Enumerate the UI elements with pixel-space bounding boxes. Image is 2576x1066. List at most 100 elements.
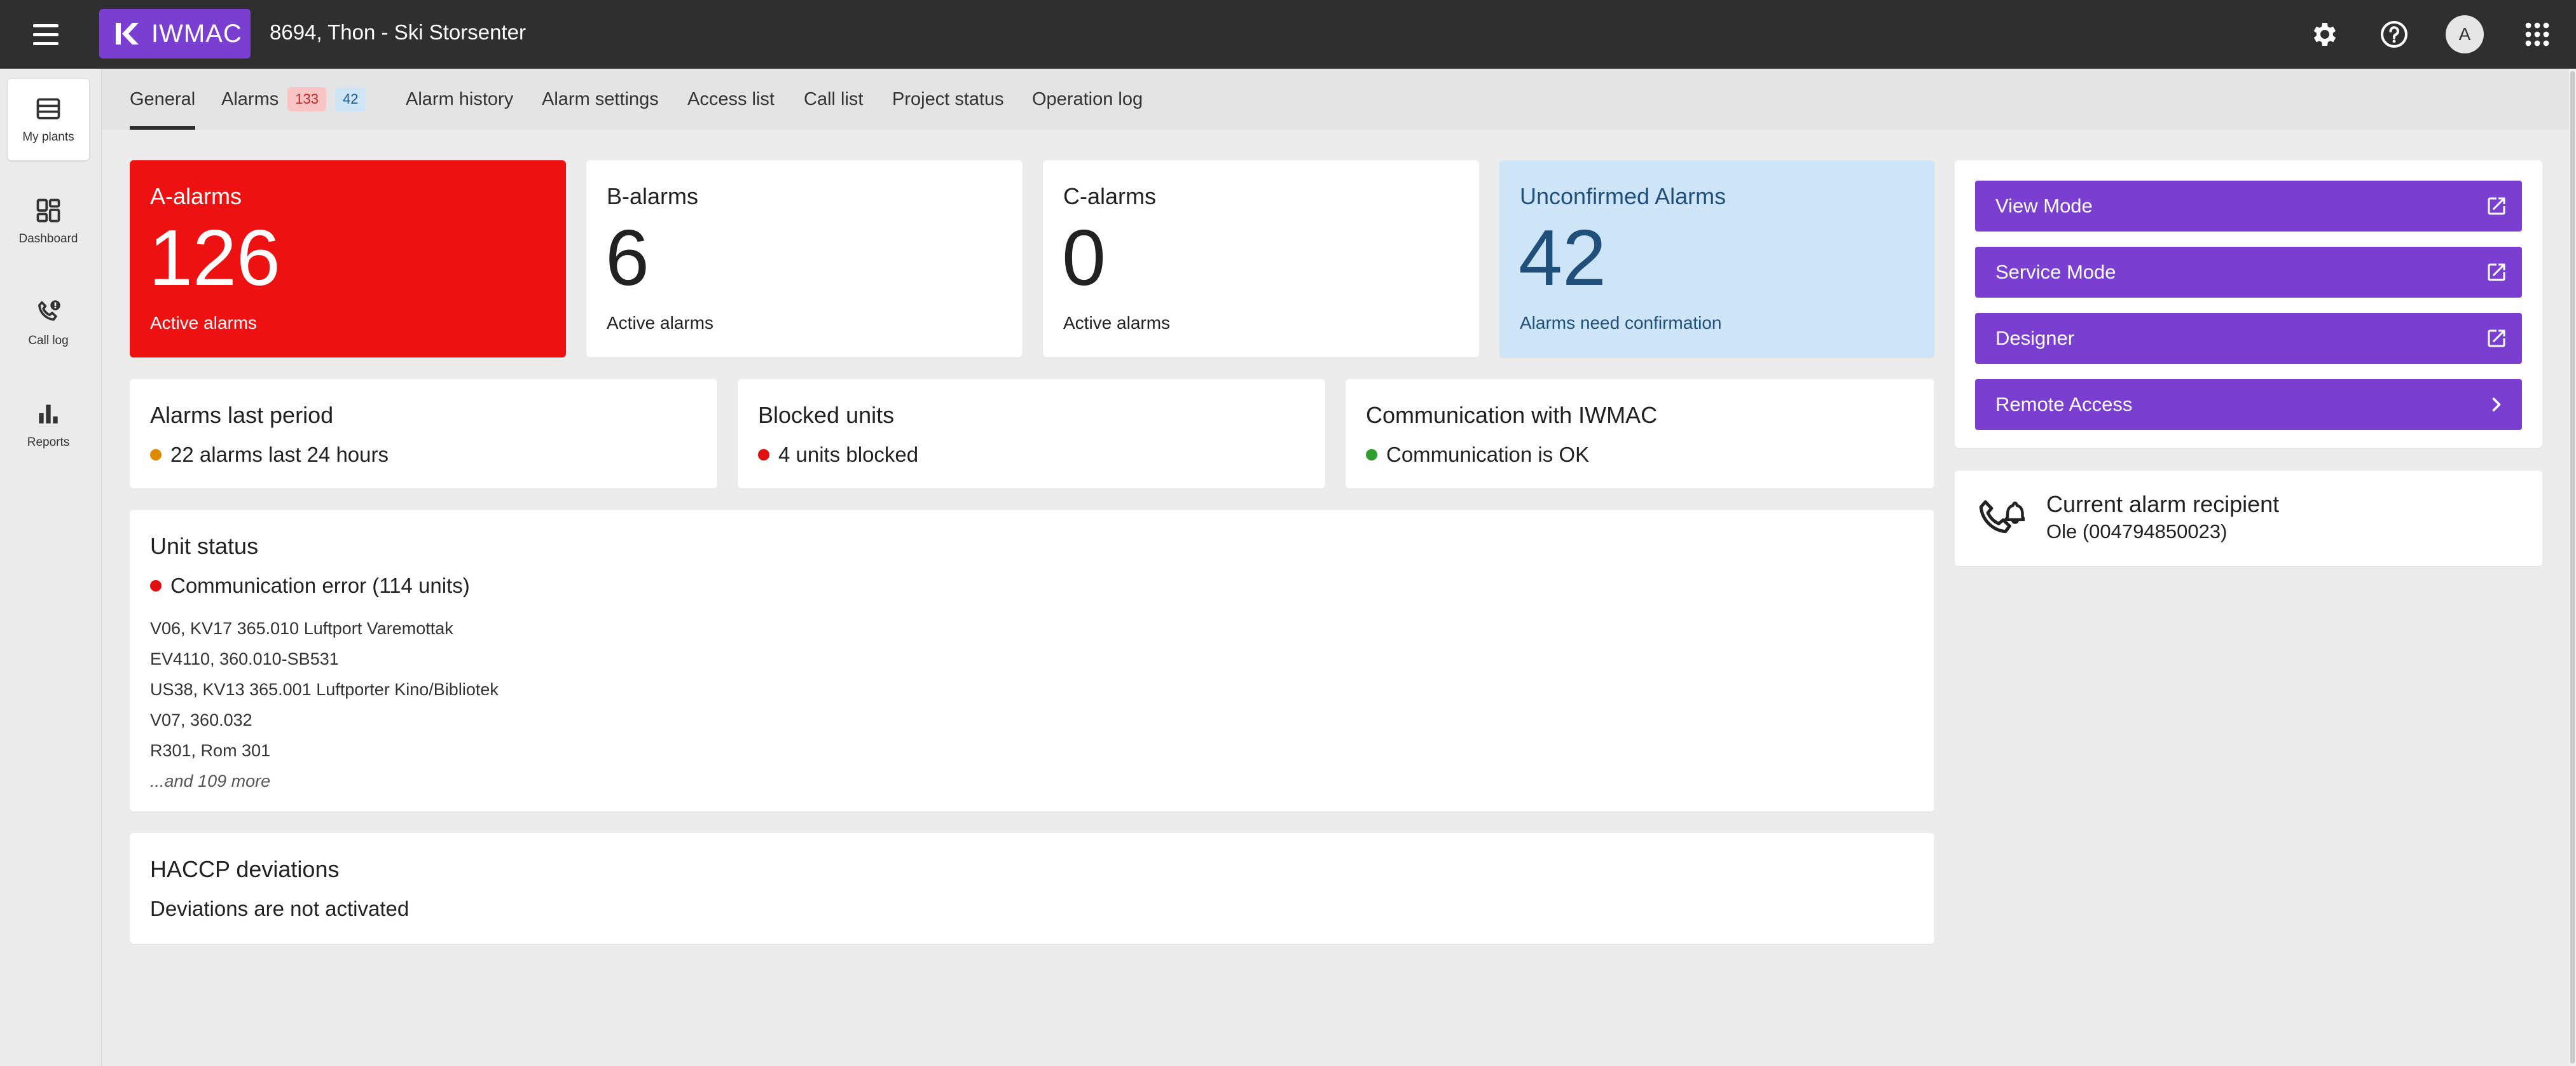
unit-status-summary: Communication error (114 units) bbox=[150, 574, 470, 598]
status-text: Communication error (114 units) bbox=[170, 574, 470, 597]
tab-label: Project status bbox=[892, 88, 1004, 109]
iwmac-k-logo-icon bbox=[116, 23, 139, 45]
tab-alarm-settings[interactable]: Alarm settings bbox=[542, 69, 659, 130]
tab-label: Alarm history bbox=[406, 88, 514, 109]
nav-label: Dashboard bbox=[18, 232, 78, 246]
tab-label: Alarms bbox=[221, 88, 279, 109]
tab-label: Alarm settings bbox=[542, 88, 659, 109]
unit-list-item[interactable]: V06, KV17 365.010 Luftport Varemottak bbox=[150, 613, 499, 644]
nav-item-call-log[interactable]: Call log bbox=[8, 282, 89, 364]
top-bar: IWMAC 8694, Thon - Ski Storsenter A bbox=[0, 0, 2576, 69]
status-text: Communication is OK bbox=[1386, 443, 1590, 466]
view-mode-button[interactable]: View Mode bbox=[1975, 181, 2522, 232]
button-label: Remote Access bbox=[1995, 393, 2133, 415]
nav-item-my-plants[interactable]: My plants bbox=[8, 79, 89, 160]
alarms-count-badge-red: 133 bbox=[287, 87, 326, 111]
unit-list-item[interactable]: R301, Rom 301 bbox=[150, 735, 499, 766]
nav-label: Call log bbox=[28, 334, 69, 347]
unit-list-item[interactable]: EV4110, 360.010-SB531 bbox=[150, 644, 499, 674]
communication-card[interactable]: Communication with IWMAC Communication i… bbox=[1346, 379, 1934, 488]
kpi-title: C-alarms bbox=[1063, 183, 1157, 209]
kpi-value: 6 bbox=[605, 214, 649, 302]
kpi-subtitle: Active alarms bbox=[150, 313, 258, 333]
unit-status-card: Unit status Communication error (114 uni… bbox=[130, 510, 1934, 812]
tab-project-status[interactable]: Project status bbox=[892, 69, 1004, 130]
red-status-dot bbox=[150, 580, 162, 592]
unit-list: V06, KV17 365.010 Luftport Varemottak EV… bbox=[150, 613, 499, 796]
haccp-deviations-card: HACCP deviations Deviations are not acti… bbox=[130, 833, 1934, 944]
chevron-right-icon bbox=[2492, 398, 2501, 412]
card-status-line: Communication is OK bbox=[1366, 443, 1589, 467]
open-external-icon bbox=[2488, 329, 2505, 347]
card-title: HACCP deviations bbox=[150, 856, 340, 882]
unit-list-item[interactable]: US38, KV13 365.001 Luftporter Kino/Bibli… bbox=[150, 674, 499, 705]
actions-card: View Mode Service Mode Designer Remote A… bbox=[1955, 160, 2542, 448]
tab-access-list[interactable]: Access list bbox=[687, 69, 775, 130]
brand-logo[interactable]: IWMAC bbox=[99, 9, 251, 59]
site-title: 8694, Thon - Ski Storsenter bbox=[270, 20, 526, 44]
nav-item-reports[interactable]: Reports bbox=[8, 384, 89, 466]
brand-name: IWMAC bbox=[151, 19, 242, 48]
kpi-value: 42 bbox=[1519, 214, 1606, 302]
hamburger-menu-icon[interactable] bbox=[33, 19, 64, 50]
tab-operation-log[interactable]: Operation log bbox=[1032, 69, 1143, 130]
orange-status-dot bbox=[150, 449, 162, 460]
scrollbar-thumb[interactable] bbox=[2570, 71, 2575, 1063]
kpi-value: 0 bbox=[1062, 214, 1106, 302]
card-title: Communication with IWMAC bbox=[1366, 402, 1658, 428]
green-status-dot bbox=[1366, 449, 1377, 460]
blocked-units-card[interactable]: Blocked units 4 units blocked bbox=[738, 379, 1325, 488]
tab-label: Call list bbox=[804, 88, 864, 109]
help-icon[interactable] bbox=[2379, 19, 2409, 50]
left-navigation: My plants Dashboard Call log Reports bbox=[0, 69, 102, 1066]
service-mode-button[interactable]: Service Mode bbox=[1975, 247, 2522, 298]
user-avatar[interactable]: A bbox=[2446, 15, 2484, 53]
bar-chart-icon bbox=[39, 405, 58, 424]
red-status-dot bbox=[758, 449, 769, 460]
alarm-recipient-card[interactable]: Current alarm recipient Ole (00479485002… bbox=[1955, 471, 2542, 566]
tab-alarms[interactable]: Alarms 133 42 bbox=[221, 69, 366, 130]
button-label: View Mode bbox=[1995, 195, 2093, 217]
open-external-icon bbox=[2488, 197, 2505, 215]
designer-button[interactable]: Designer bbox=[1975, 313, 2522, 364]
list-icon bbox=[36, 98, 60, 120]
recipient-title: Current alarm recipient bbox=[2046, 491, 2280, 517]
tab-bar: General Alarms 133 42 Alarm history Alar… bbox=[102, 69, 2570, 130]
card-title: Unit status bbox=[150, 533, 259, 559]
tab-call-list[interactable]: Call list bbox=[804, 69, 863, 130]
tab-alarm-history[interactable]: Alarm history bbox=[406, 69, 513, 130]
nav-label: My plants bbox=[22, 130, 74, 144]
unconfirmed-alarms-card[interactable]: Unconfirmed Alarms 42 Alarms need confir… bbox=[1499, 160, 1934, 357]
kpi-title: Unconfirmed Alarms bbox=[1520, 183, 1726, 209]
card-title: Blocked units bbox=[758, 402, 895, 428]
kpi-title: B-alarms bbox=[607, 183, 699, 209]
apps-grid-icon[interactable] bbox=[2522, 19, 2552, 50]
open-external-icon bbox=[2488, 263, 2505, 281]
tab-general[interactable]: General bbox=[130, 69, 196, 130]
recipient-name: Ole (004794850023) bbox=[2046, 520, 2228, 543]
page-scrollbar[interactable] bbox=[2569, 69, 2576, 1066]
c-alarms-card[interactable]: C-alarms 0 Active alarms bbox=[1043, 160, 1479, 357]
a-alarms-card[interactable]: A-alarms 126 Active alarms bbox=[130, 160, 566, 357]
kpi-value: 126 bbox=[149, 214, 280, 302]
kpi-subtitle: Active alarms bbox=[607, 313, 714, 333]
kpi-title: A-alarms bbox=[150, 183, 242, 209]
button-label: Designer bbox=[1995, 327, 2075, 349]
haccp-status-text: Deviations are not activated bbox=[150, 897, 410, 920]
alarms-last-period-card[interactable]: Alarms last period 22 alarms last 24 hou… bbox=[130, 379, 717, 488]
b-alarms-card[interactable]: B-alarms 6 Active alarms bbox=[586, 160, 1023, 357]
unit-list-item[interactable]: V07, 360.032 bbox=[150, 705, 499, 735]
nav-item-dashboard[interactable]: Dashboard bbox=[8, 181, 89, 262]
tab-label: General bbox=[130, 88, 196, 109]
remote-access-button[interactable]: Remote Access bbox=[1975, 379, 2522, 430]
phone-bell-icon bbox=[1979, 500, 2025, 534]
status-text: 4 units blocked bbox=[778, 443, 919, 466]
nav-label: Reports bbox=[27, 436, 70, 449]
more-units-link[interactable]: ...and 109 more bbox=[150, 766, 499, 796]
kpi-subtitle: Alarms need confirmation bbox=[1520, 313, 1722, 333]
card-status-line: 4 units blocked bbox=[758, 443, 918, 467]
settings-gear-icon[interactable] bbox=[2308, 19, 2339, 50]
card-title: Alarms last period bbox=[150, 402, 334, 428]
phone-alert-icon bbox=[38, 300, 60, 321]
button-label: Service Mode bbox=[1995, 261, 2116, 283]
